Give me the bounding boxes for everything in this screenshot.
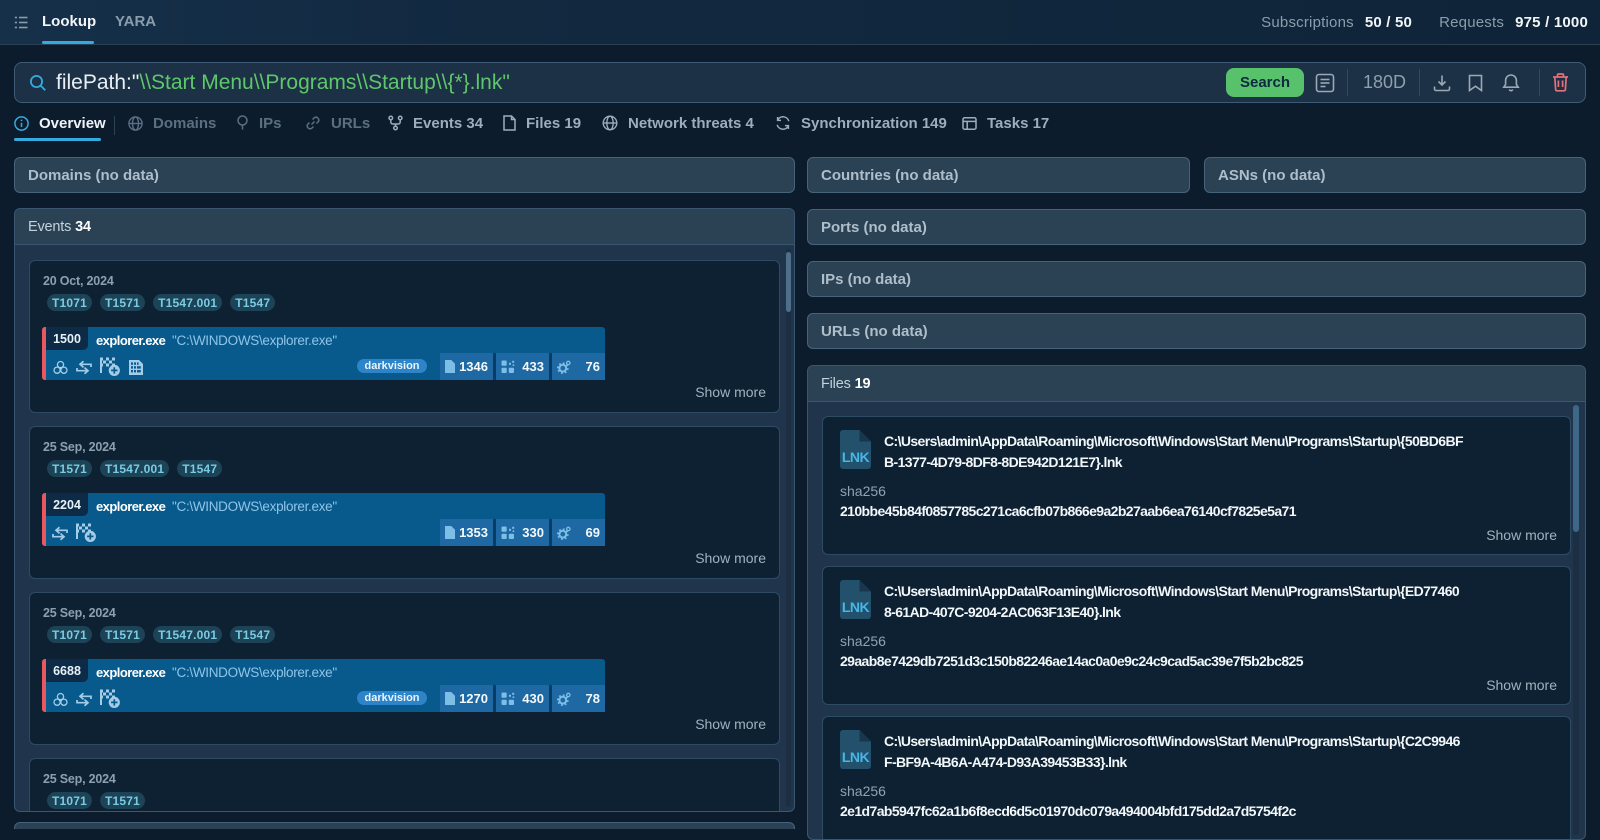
svg-text:LNK: LNK — [842, 449, 870, 465]
svg-text:LNK: LNK — [842, 599, 870, 615]
svg-text:LNK: LNK — [842, 749, 870, 765]
